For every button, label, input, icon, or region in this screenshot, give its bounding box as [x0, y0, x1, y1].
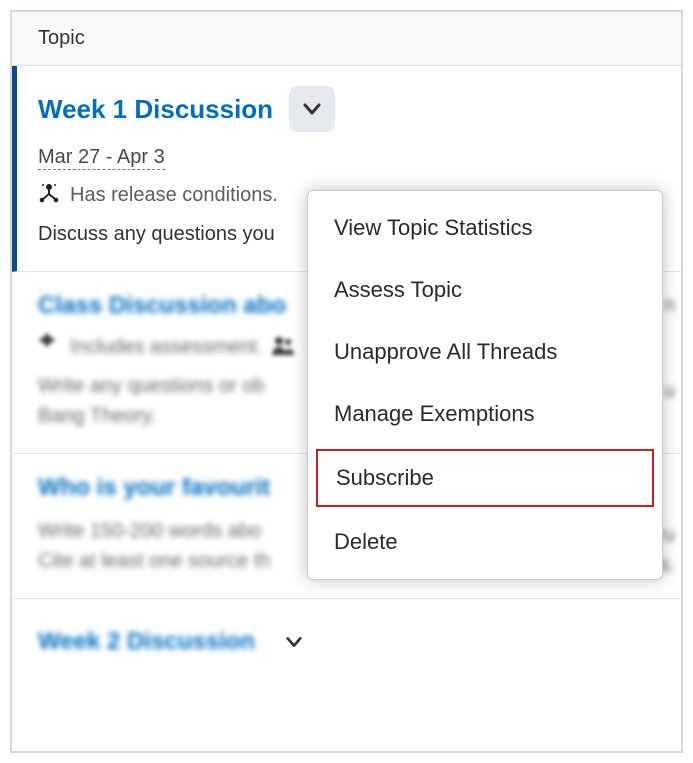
release-conditions-icon	[38, 182, 60, 209]
menu-scroll[interactable]: View Topic Statistics Assess Topic Unapp…	[308, 191, 662, 579]
topic-title-link[interactable]: Class Discussion abo	[38, 292, 286, 320]
date-range: Mar 27 - Apr 3	[38, 146, 165, 170]
chevron-down-icon	[285, 633, 303, 651]
topic-title-link[interactable]: Week 1 Discussion	[38, 94, 273, 125]
topic-title-link[interactable]: Who is your favourit	[38, 474, 270, 502]
menu-item-view-statistics[interactable]: View Topic Statistics	[308, 197, 662, 259]
menu-item-manage-exemptions[interactable]: Manage Exemptions	[308, 383, 662, 445]
assessment-icon	[38, 334, 60, 361]
topic-actions-button[interactable]	[271, 619, 317, 665]
obscured-text: u	[664, 380, 675, 403]
menu-item-assess-topic[interactable]: Assess Topic	[308, 259, 662, 321]
menu-item-delete[interactable]: Delete	[308, 511, 662, 573]
topic-list-panel: Topic Week 1 Discussion Mar 27 - Apr 3 H…	[10, 10, 683, 753]
topic-title-link[interactable]: Week 2 Discussion	[38, 628, 255, 656]
release-conditions-text: Has release conditions.	[70, 184, 278, 207]
obscured-text: n	[664, 294, 675, 317]
chevron-down-icon	[302, 99, 322, 119]
topic-item: Week 2 Discussion	[12, 599, 681, 701]
menu-item-subscribe[interactable]: Subscribe	[316, 449, 654, 507]
panel-header: Topic	[12, 12, 681, 66]
header-label: Topic	[38, 27, 85, 49]
group-icon	[272, 335, 294, 360]
menu-item-unapprove-threads[interactable]: Unapprove All Threads	[308, 321, 662, 383]
assessment-text: Includes assessment.	[70, 336, 262, 359]
topic-actions-button[interactable]	[289, 86, 335, 132]
topic-actions-menu: View Topic Statistics Assess Topic Unapp…	[307, 190, 663, 580]
